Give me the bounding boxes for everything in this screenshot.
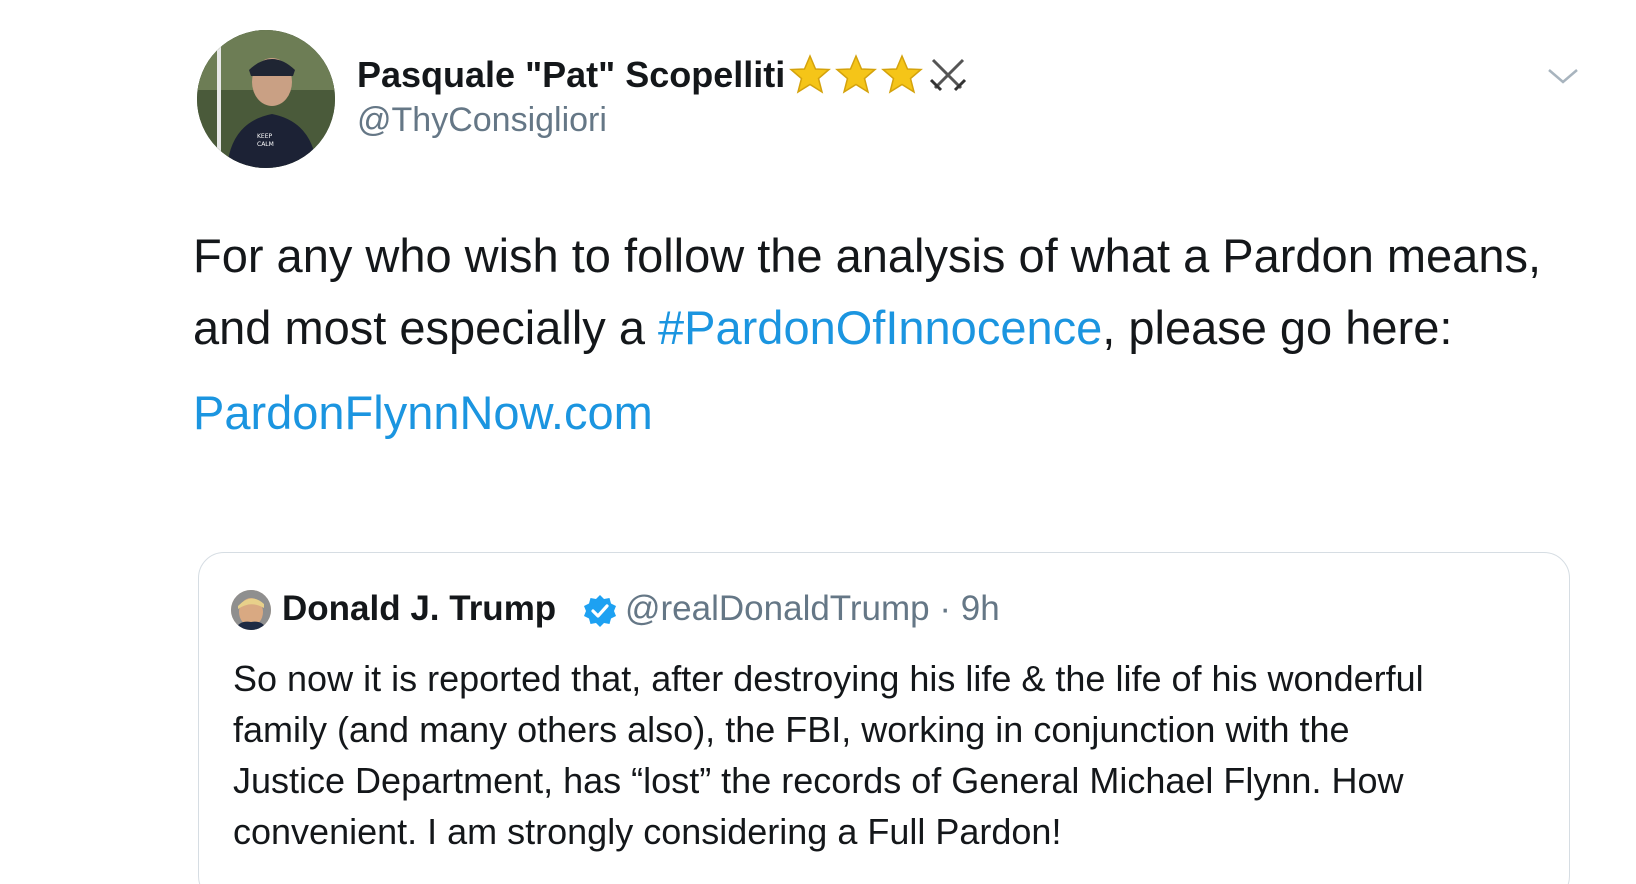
external-url-link[interactable]: PardonFlynnNow.com <box>193 385 653 440</box>
author-handle[interactable]: @ThyConsigliori <box>357 101 607 140</box>
tweet-text: For any who wish to follow the analysis … <box>193 220 1593 364</box>
verified-badge-icon <box>584 595 616 627</box>
tweet-line-1: For any who wish to follow the analysis … <box>193 229 1542 282</box>
quoted-handle: @realDonaldTrump <box>625 589 930 628</box>
star-icon <box>881 54 924 94</box>
tweet-line-2-start: and most especially a <box>193 301 659 354</box>
avatar-photo <box>231 590 271 630</box>
tweet-card: KEEP CALM Pasquale "Pat" Scopelliti @Thy <box>0 0 1636 884</box>
quoted-tweet[interactable]: Donald J. Trump @realDonaldTrump · 9h So… <box>198 552 1570 884</box>
quoted-line: family (and many others also), the FBI, … <box>233 709 1350 750</box>
svg-text:KEEP: KEEP <box>257 133 273 140</box>
name-emojis <box>787 52 971 98</box>
author-avatar[interactable]: KEEP CALM <box>197 30 335 168</box>
star-icon <box>789 54 832 94</box>
display-name-text: Pasquale "Pat" Scopelliti <box>357 54 786 95</box>
chevron-down-icon[interactable] <box>1545 62 1581 90</box>
quoted-line: Justice Department, has “lost” the recor… <box>233 760 1404 801</box>
meta-separator: · <box>939 589 952 628</box>
quoted-meta: @realDonaldTrump · 9h <box>625 589 1000 629</box>
quoted-display-name: Donald J. Trump <box>282 589 557 628</box>
author-display-name[interactable]: Pasquale "Pat" Scopelliti <box>357 52 971 98</box>
quoted-tweet-text: So now it is reported that, after destro… <box>233 653 1553 857</box>
quoted-line: convenient. I am strongly considering a … <box>233 811 1062 852</box>
quoted-author-avatar <box>231 590 271 630</box>
hashtag-link[interactable]: #PardonOfInnocence <box>658 301 1102 354</box>
svg-text:CALM: CALM <box>257 141 274 148</box>
crossed-swords-icon <box>930 58 967 92</box>
quoted-timestamp[interactable]: 9h <box>961 589 1000 628</box>
tweet-line-2: and most especially a #PardonOfInnocence… <box>193 292 1593 364</box>
quoted-line: So now it is reported that, after destro… <box>233 658 1424 699</box>
tweet-line-2-end: , please go here: <box>1102 301 1453 354</box>
avatar-photo: KEEP CALM <box>197 30 335 168</box>
star-icon <box>835 54 878 94</box>
